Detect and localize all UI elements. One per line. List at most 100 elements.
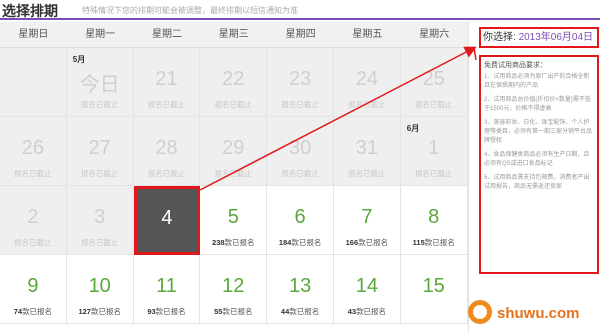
day-status: 报名已截止 — [80, 169, 119, 178]
month-label: 5月 — [72, 55, 86, 64]
calendar-day[interactable]: 7 166款已报名 — [334, 186, 401, 255]
selected-date-label: 你选择: — [483, 32, 516, 43]
calendar-day: 31 报名已截止 — [334, 117, 401, 186]
calendar: 星期日 星期一 星期二 星期三 星期四 星期五 星期六 5月 今日 报名已截止 21 报… — [0, 22, 468, 333]
watermark-text: shuwu.com — [497, 305, 580, 322]
day-number: 25 — [422, 68, 445, 90]
signup-suffix: 款已报名 — [356, 307, 387, 316]
signup-suffix: 款已报名 — [291, 238, 322, 247]
signup-count: 127 — [78, 307, 91, 316]
signup-suffix: 款已报名 — [424, 238, 455, 247]
requirement-item: 1、试用商品必须为原厂出产的合格全新且在保质期内的产品 — [484, 74, 590, 89]
day-number: 6 — [294, 206, 306, 228]
calendar-day: 29 报名已截止 — [200, 117, 268, 186]
day-number: 13 — [288, 275, 312, 297]
calendar-day: 26 报名已截止 — [0, 117, 67, 186]
calendar-day: 6月 1 报名已截止 — [400, 117, 468, 186]
day-number: 12 — [222, 275, 245, 297]
requirement-item: 2、试用商品总价值(折扣价×数量)需不低于1500元，价格不得虚高 — [484, 97, 591, 112]
trial-requirements: 免费试用商品要求： 1、试用商品必须为原厂出产的合格全新且在保质期内的产品 2、… — [479, 55, 599, 274]
day-status: 报名已截止 — [348, 100, 386, 109]
day-status: 238款已报名 — [200, 237, 266, 248]
calendar-day[interactable]: 15 — [400, 255, 468, 324]
calendar-day[interactable]: 10 127款已报名 — [66, 255, 134, 324]
day-number: 8 — [428, 206, 440, 228]
signup-suffix: 款已报名 — [224, 238, 255, 247]
day-number: 29 — [222, 137, 245, 159]
day-status: 报名已截止 — [14, 238, 52, 247]
signup-count: 93 — [147, 307, 156, 316]
calendar-day-selected[interactable]: 4 — [133, 186, 201, 255]
calendar-day: 28 报名已截止 — [133, 117, 201, 186]
selected-date-value: 2013年06月04日 — [518, 32, 594, 43]
calendar-day: 22 报名已截止 — [200, 48, 268, 117]
calendar-day[interactable]: 6 184款已报名 — [267, 186, 334, 255]
calendar-day: 5月今日报名已截止 — [66, 48, 134, 117]
day-number: 30 — [288, 137, 312, 159]
day-status: 报名已截止 — [414, 100, 453, 109]
calendar-day: 27 报名已截止 — [66, 117, 134, 186]
day-status: 55款已报名 — [200, 306, 266, 317]
calendar-day[interactable]: 8 115款已报名 — [400, 186, 468, 255]
calendar-day[interactable]: 12 55款已报名 — [200, 255, 268, 324]
signup-count: 44 — [280, 307, 290, 316]
month-label: 6月 — [406, 124, 420, 133]
day-status: 43款已报名 — [334, 306, 400, 317]
calendar-day: 30 报名已截止 — [267, 117, 334, 186]
page-title: 选择排期 — [2, 3, 58, 19]
day-number: 2 — [27, 206, 39, 228]
day-status: 93款已报名 — [134, 306, 200, 317]
calendar-day — [0, 48, 67, 117]
weekday-thursday: 星期四 — [285, 29, 316, 40]
day-number: 5 — [227, 206, 239, 228]
day-status: 报名已截止 — [80, 100, 119, 109]
calendar-day[interactable]: 13 44款已报名 — [267, 255, 334, 324]
calendar-day: 21 报名已截止 — [133, 48, 201, 117]
calendar-day[interactable]: 5 238款已报名 — [200, 186, 268, 255]
day-number: 23 — [288, 68, 312, 90]
calendar-day[interactable]: 14 43款已报名 — [334, 255, 401, 324]
day-status: 报名已截止 — [147, 169, 186, 178]
day-status: 报名已截止 — [348, 169, 386, 178]
day-number: 3 — [94, 206, 106, 228]
day-number: 14 — [355, 275, 379, 297]
day-number: 22 — [222, 68, 245, 90]
requirement-item: 3、美容彩妆、日化、珠宝配饰、个人护理等类目，必须有第一期三家分销平台品牌授权 — [484, 120, 593, 144]
signup-suffix: 款已报名 — [22, 307, 53, 316]
calendar-day: 2 报名已截止 — [0, 186, 67, 255]
requirement-item: 5、试用商品需支持包邮费，消费者产出试用报告，商品无需返还卖家 — [484, 175, 590, 190]
day-status: 报名已截止 — [414, 169, 453, 178]
schedule-hint: 特殊情况下您的排期可能会被调整，最终排期以短信通知为准 — [82, 6, 298, 15]
signup-count: 115 — [412, 238, 425, 247]
day-status: 报名已截止 — [214, 169, 253, 178]
day-status: 报名已截止 — [281, 100, 319, 109]
signup-count: 166 — [345, 238, 359, 247]
day-status: 报名已截止 — [80, 238, 119, 247]
calendar-day[interactable]: 11 93款已报名 — [133, 255, 201, 324]
weekday-tuesday: 星期二 — [151, 29, 182, 40]
weekday-monday: 星期一 — [85, 29, 116, 40]
day-number: 4 — [161, 207, 173, 229]
day-number: 15 — [422, 275, 445, 297]
day-status: 报名已截止 — [147, 100, 186, 109]
side-panel: 你选择: 2013年06月04日 免费试用商品要求： 1、试用商品必须为原厂出产… — [468, 22, 600, 333]
day-status: 115款已报名 — [401, 237, 467, 248]
day-status: 报名已截止 — [281, 169, 319, 178]
day-status: 74款已报名 — [0, 306, 66, 317]
day-number: 今日 — [79, 74, 120, 96]
weekday-header: 星期日 星期一 星期二 星期三 星期四 星期五 星期六 — [0, 22, 468, 48]
signup-count: 184 — [278, 238, 292, 247]
signup-suffix: 款已报名 — [90, 307, 121, 316]
day-number: 31 — [355, 137, 379, 159]
day-status: 184款已报名 — [267, 237, 333, 248]
calendar-day: 25 报名已截止 — [400, 48, 468, 117]
day-number: 27 — [88, 137, 111, 159]
calendar-day[interactable]: 9 74款已报名 — [0, 255, 67, 324]
day-number: 11 — [156, 275, 177, 297]
day-status: 127款已报名 — [67, 306, 133, 317]
calendar-day: 3 报名已截止 — [66, 186, 134, 255]
day-number: 10 — [88, 275, 111, 297]
calendar-day: 23 报名已截止 — [267, 48, 334, 117]
weekday-sunday: 星期日 — [18, 29, 49, 40]
selected-date-box: 你选择: 2013年06月04日 — [479, 27, 599, 48]
